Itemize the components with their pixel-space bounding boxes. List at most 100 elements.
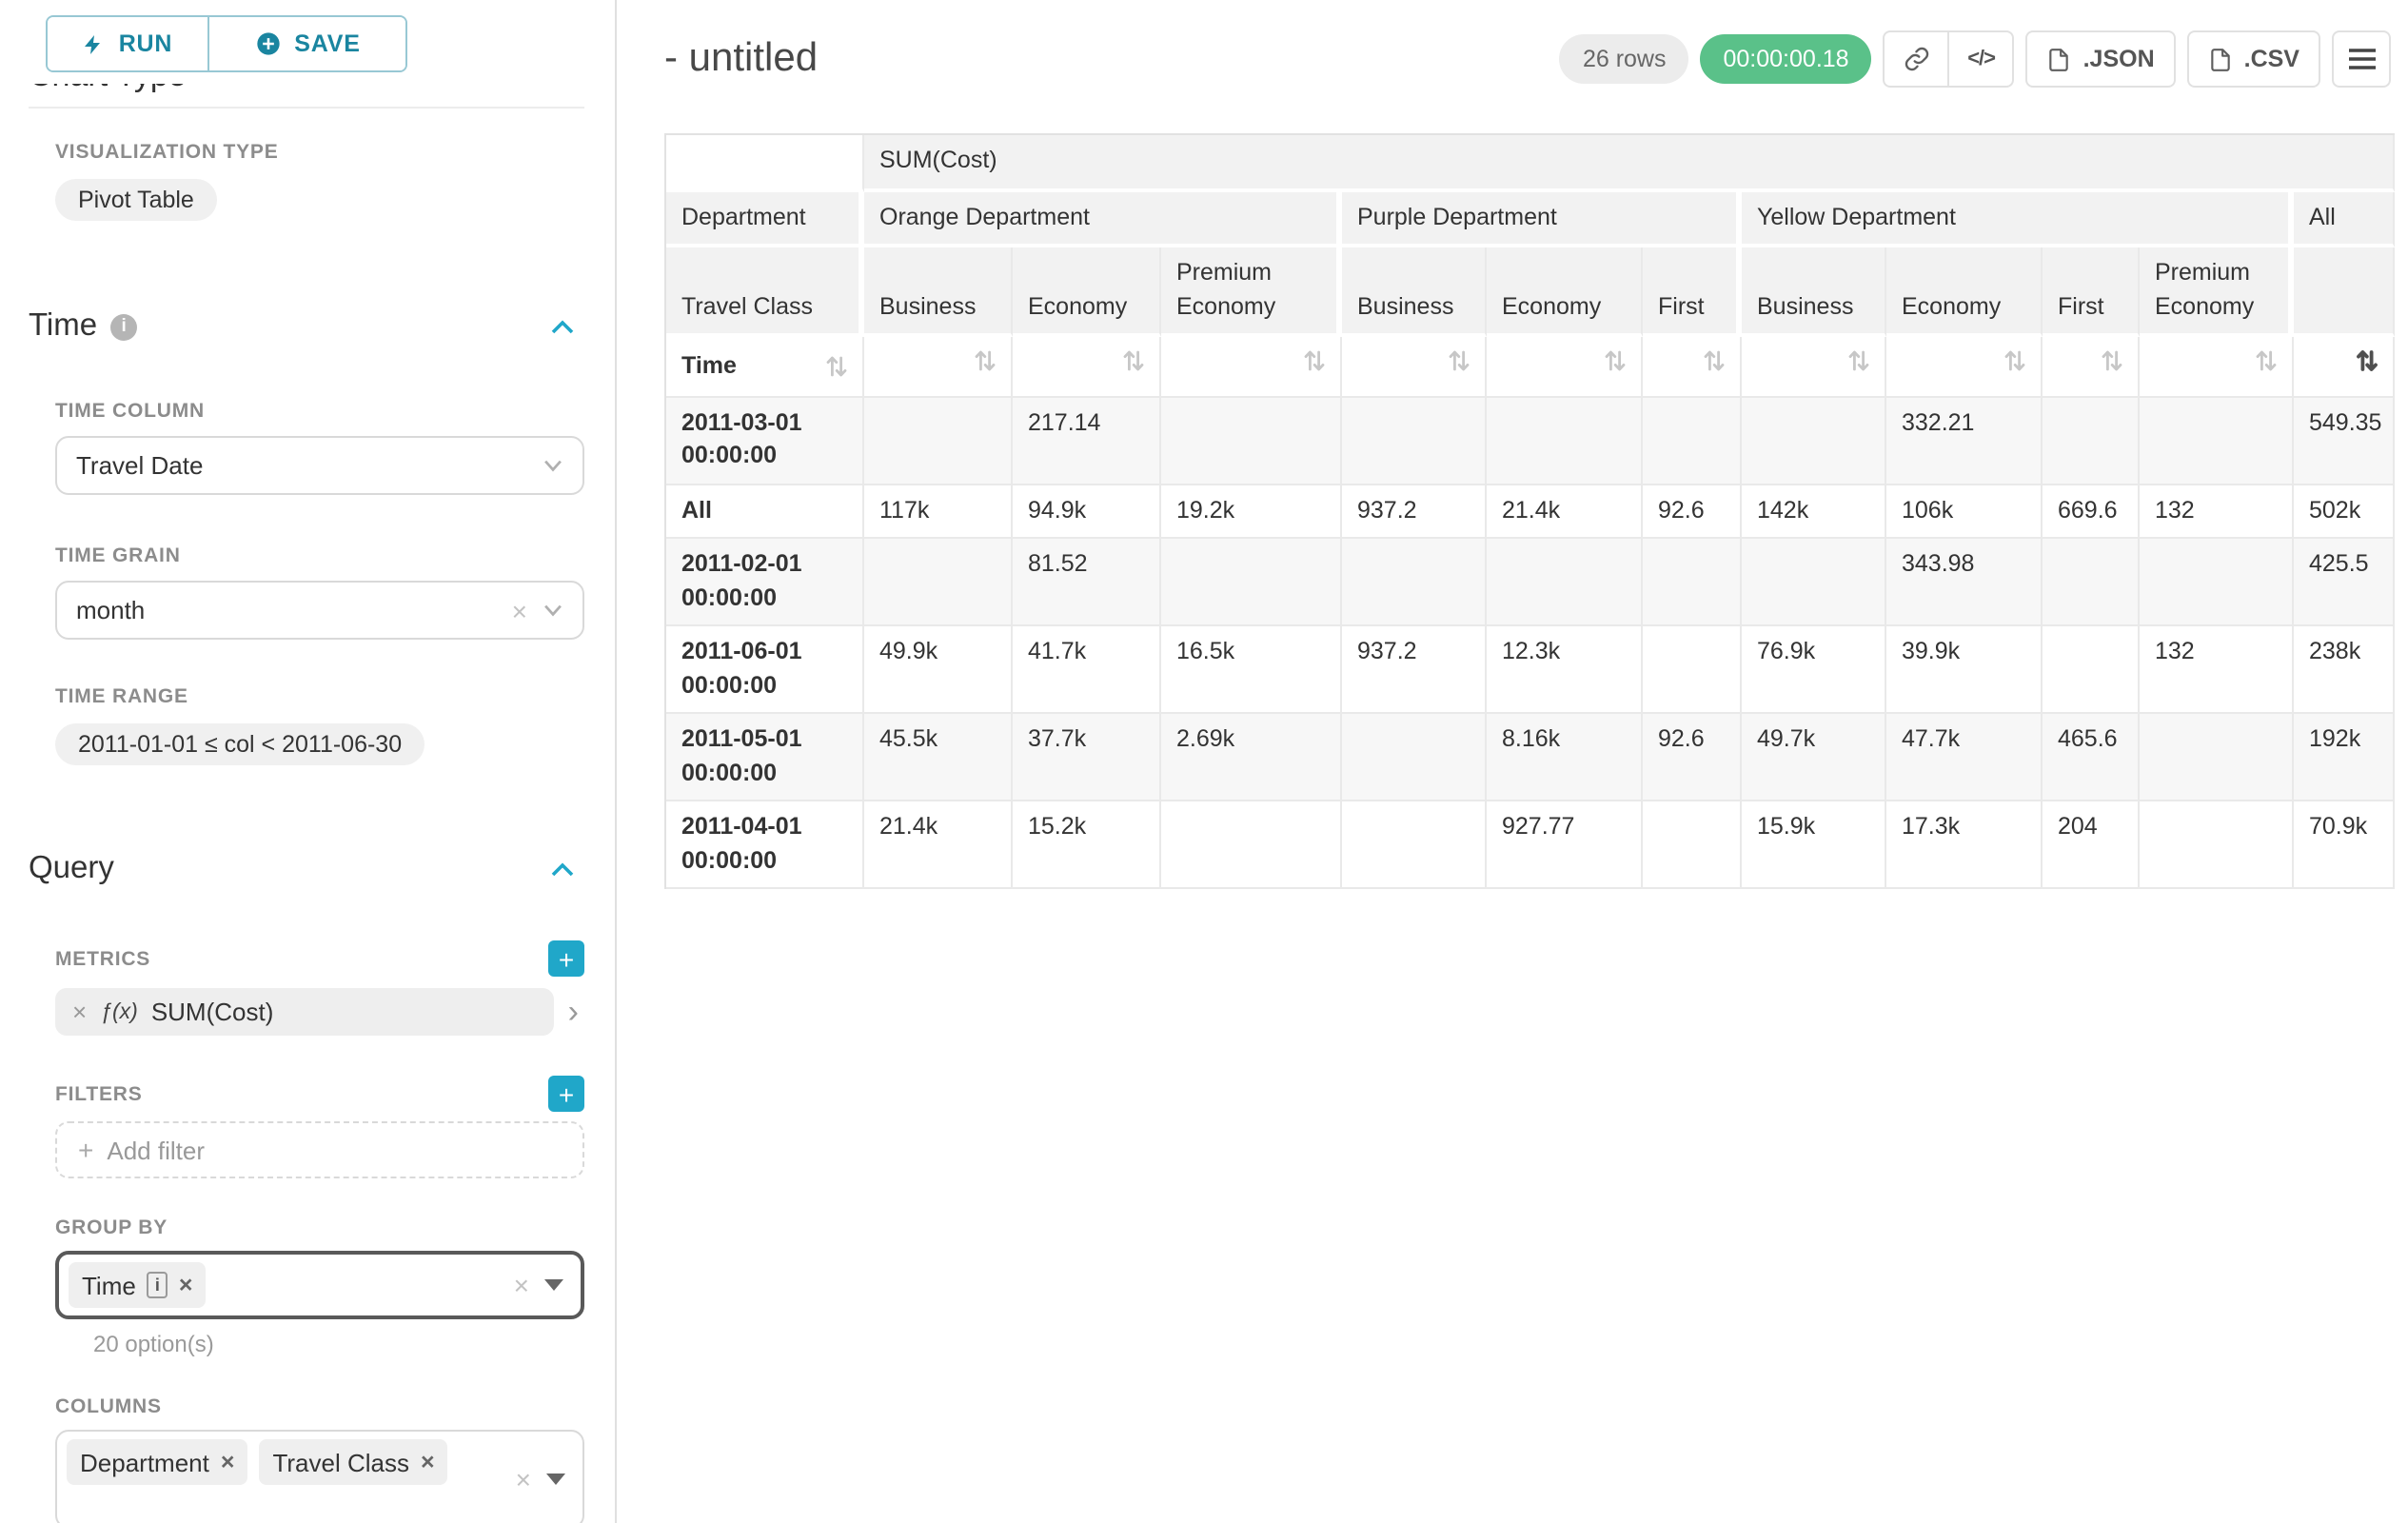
data-cell: 2.69k [1161,714,1342,801]
columns-select[interactable]: Department× Travel Class× × [55,1430,584,1523]
remove-chip-icon[interactable]: × [221,1451,235,1474]
download-json-button[interactable]: .JSON [2026,30,2176,88]
data-cell: 70.9k [2294,801,2395,889]
clear-icon[interactable]: × [512,597,527,623]
sort-icon[interactable] [1605,348,1626,373]
data-cell: 94.9k [1013,485,1161,539]
add-filter-plus-button[interactable]: + [548,1076,584,1112]
sort-header[interactable] [1342,337,1487,397]
data-cell: 76.9k [1742,626,1886,714]
sort-header[interactable] [1487,337,1643,397]
sort-header[interactable] [864,337,1013,397]
run-button[interactable]: RUN [48,17,207,70]
data-cell: 92.6 [1643,714,1742,801]
data-cell [1342,397,1487,485]
caret-down-icon[interactable] [546,1474,565,1485]
remove-chip-icon[interactable]: × [179,1274,193,1297]
data-cell [1643,626,1742,714]
sort-icon[interactable] [1449,348,1470,373]
sort-header[interactable] [2043,337,2140,397]
visualization-type-pill[interactable]: Pivot Table [55,179,217,221]
collapse-chevron-icon[interactable] [550,319,575,334]
data-cell [2140,801,2294,889]
sort-header[interactable] [2140,337,2294,397]
group-by-select[interactable]: Timei× × [55,1251,584,1319]
expand-metric-icon[interactable]: › [563,996,584,1028]
time-grain-select[interactable]: month × [55,581,584,640]
selected-value-chip[interactable]: Department× [67,1439,247,1485]
sort-icon[interactable] [2256,348,2277,373]
col-header: Premium Economy [2140,247,2294,337]
add-filter-placeholder: Add filter [107,1136,205,1164]
col-header: Premium Economy [1161,247,1342,337]
table-row: 2011-03-01 00:00:00217.14332.21549.35 [666,397,2395,485]
data-cell: 15.2k [1013,801,1161,889]
pivot-corner-cell [666,135,864,191]
col-group-header: Purple Department [1342,191,1742,247]
data-cell [1643,801,1742,889]
data-cell: 217.14 [1013,397,1161,485]
collapse-chevron-icon[interactable] [550,861,575,877]
sort-header[interactable] [1161,337,1342,397]
chevron-down-icon[interactable] [543,459,563,472]
time-section-title: Time [29,308,97,345]
data-cell: 39.9k [1886,626,2043,714]
time-grain-value: month [76,596,512,624]
more-menu-button[interactable] [2332,30,2391,88]
row-dimension-label: Time [681,349,737,383]
clear-icon[interactable]: × [514,1272,529,1298]
time-range-pill[interactable]: 2011-01-01 ≤ col < 2011-06-30 [55,723,424,765]
sort-header[interactable] [1742,337,1886,397]
csv-button-label: .CSV [2244,46,2299,72]
sort-icon[interactable] [1848,348,1869,373]
remove-chip-icon[interactable]: × [421,1451,435,1474]
chart-title[interactable]: - untitled [664,30,818,88]
sort-icon[interactable] [2357,348,2378,373]
query-section-header[interactable]: Query [23,851,584,887]
hamburger-menu-icon [2348,48,2375,70]
sort-icon[interactable] [2004,348,2025,373]
add-metric-button[interactable]: + [548,940,584,977]
data-cell: 21.4k [864,801,1013,889]
table-row: 2011-04-01 00:00:0021.4k15.2k927.7715.9k… [666,801,2395,889]
control-panel-scroll[interactable]: Chart Type VISUALIZATION TYPE Pivot Tabl… [0,55,615,1523]
pivot-table-head: SUM(Cost)DepartmentOrange DepartmentPurp… [666,135,2395,397]
time-column-select[interactable]: Travel Date [55,436,584,495]
sort-header[interactable] [1013,337,1161,397]
data-cell: 669.6 [2043,485,2140,539]
copy-link-button[interactable] [1884,30,1950,88]
sort-icon[interactable] [1123,348,1144,373]
sort-header[interactable] [2294,337,2395,397]
data-cell: 21.4k [1487,485,1643,539]
time-section-header[interactable]: Time i [23,308,584,345]
embed-code-button[interactable]: </> [1948,30,2015,88]
metric-chip[interactable]: × ƒ(x) SUM(Cost) [55,988,555,1036]
data-cell: 37.7k [1013,714,1161,801]
chevron-down-icon[interactable] [543,603,563,617]
add-filter-button[interactable]: + Add filter [55,1121,584,1178]
sort-header[interactable] [1886,337,2043,397]
clear-icon[interactable]: × [516,1466,531,1493]
data-cell [2140,397,2294,485]
plus-icon: + [78,1135,93,1165]
sort-icon[interactable] [2102,348,2122,373]
save-button[interactable]: SAVE [207,17,405,70]
remove-metric-icon[interactable]: × [72,999,87,1024]
run-button-label: RUN [119,30,173,57]
sort-icon[interactable] [1704,348,1725,373]
sort-icon[interactable] [1304,348,1325,373]
selected-value-chip[interactable]: Timei× [69,1262,206,1308]
data-cell: 132 [2140,626,2294,714]
row-count-badge: 26 rows [1560,34,1689,84]
sort-icon[interactable] [975,348,996,373]
caret-down-icon[interactable] [544,1279,563,1291]
data-cell: 204 [2043,801,2140,889]
function-icon: ƒ(x) [100,1000,138,1023]
row-dimension-sort-header[interactable]: Time [666,337,864,397]
sort-icon[interactable] [826,354,847,379]
data-cell [2043,539,2140,626]
data-cell: 937.2 [1342,626,1487,714]
selected-value-chip[interactable]: Travel Class× [259,1439,447,1485]
sort-header[interactable] [1643,337,1742,397]
download-csv-button[interactable]: .CSV [2187,30,2320,88]
